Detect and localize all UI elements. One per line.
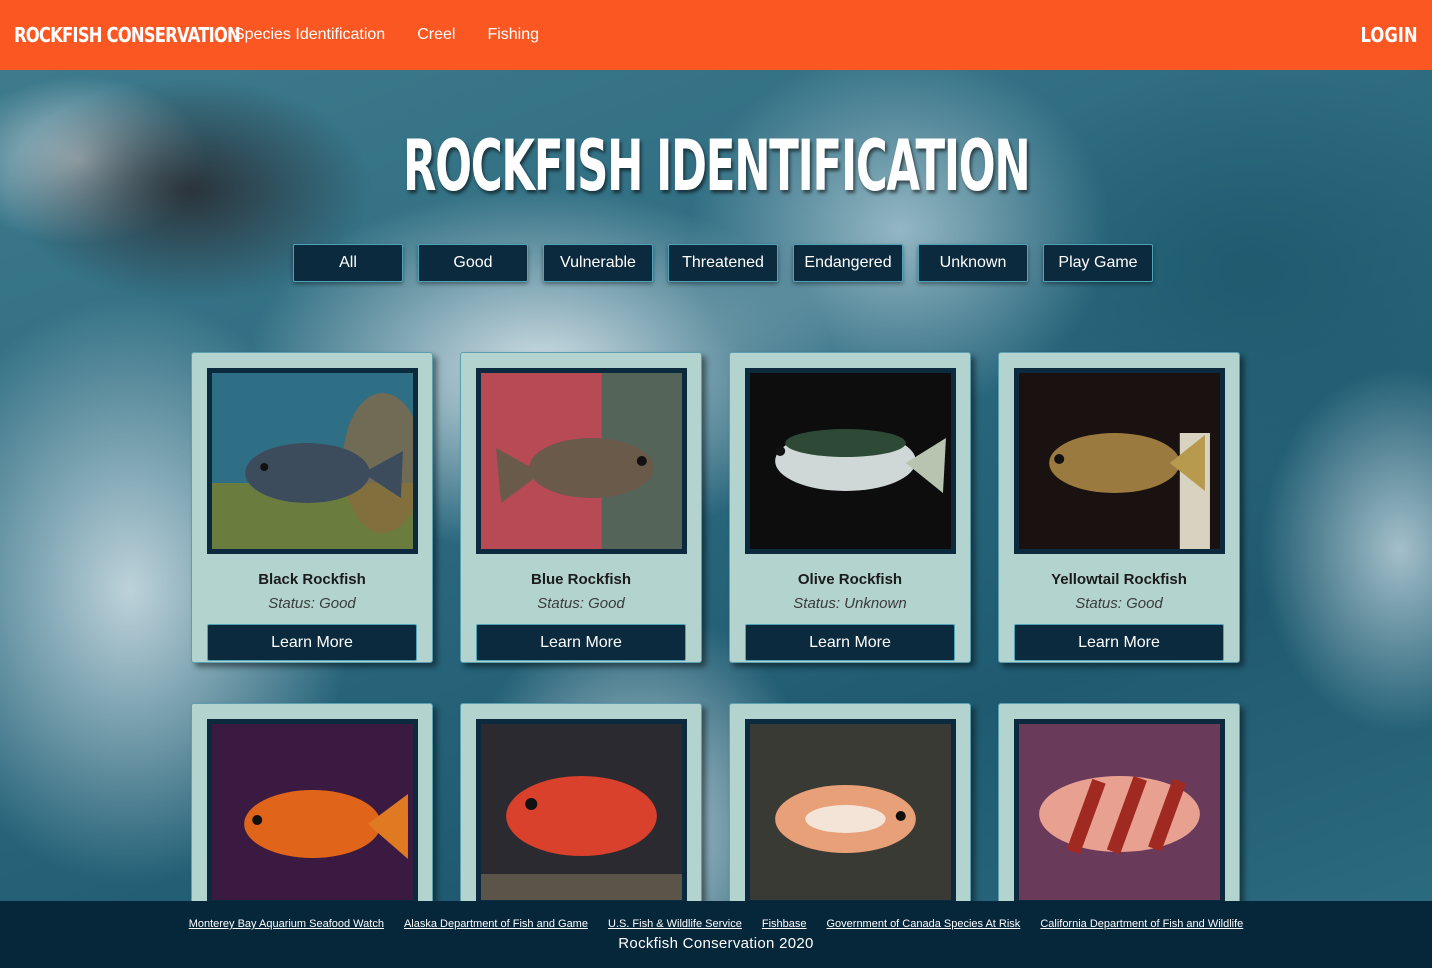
nav-link-fishing[interactable]: Fishing bbox=[487, 26, 539, 44]
red-rockfish-photo[interactable] bbox=[476, 719, 687, 905]
page-title-text: ROCKFISH IDENTIFICATION bbox=[402, 125, 1031, 207]
learn-more-button[interactable]: Learn More bbox=[745, 624, 955, 661]
nav-link-species-identification[interactable]: Species Identification bbox=[234, 26, 385, 44]
fish-status: Status: Unknown bbox=[793, 595, 907, 612]
fish-name: Yellowtail Rockfish bbox=[1051, 571, 1187, 588]
fish-name: Olive Rockfish bbox=[797, 571, 903, 588]
olive-rockfish-photo[interactable] bbox=[745, 368, 956, 554]
nav-links: Species Identification Creel Fishing bbox=[234, 26, 571, 44]
footer-link-alaska-fish-game[interactable]: Alaska Department of Fish and Game bbox=[404, 918, 588, 930]
page-title: ROCKFISH IDENTIFICATION bbox=[0, 126, 1432, 206]
footer-link-usfws[interactable]: U.S. Fish & Wildlife Service bbox=[608, 918, 742, 930]
fish-card: Black Rockfish Status: Good Learn More bbox=[191, 352, 433, 663]
fish-card: Blue Rockfish Status: Good Learn More bbox=[460, 352, 702, 663]
play-game-button[interactable]: Play Game bbox=[1043, 244, 1153, 282]
fish-card: Yellowtail Rockfish Status: Good Learn M… bbox=[998, 352, 1240, 663]
filter-vulnerable-button[interactable]: Vulnerable bbox=[543, 244, 653, 282]
fish-status: Status: Good bbox=[537, 595, 625, 612]
fish-name: Blue Rockfish bbox=[530, 571, 632, 588]
learn-more-button[interactable]: Learn More bbox=[1014, 624, 1224, 661]
yellowtail-rockfish-photo[interactable] bbox=[1014, 368, 1225, 554]
footer-links: Monterey Bay Aquarium Seafood Watch Alas… bbox=[0, 901, 1432, 930]
footer-link-fishbase[interactable]: Fishbase bbox=[762, 918, 807, 930]
footer: Monterey Bay Aquarium Seafood Watch Alas… bbox=[0, 901, 1432, 968]
login-link[interactable]: LOGIN bbox=[1361, 23, 1418, 47]
fish-card: Olive Rockfish Status: Unknown Learn Mor… bbox=[729, 352, 971, 663]
filter-good-button[interactable]: Good bbox=[418, 244, 528, 282]
filter-unknown-button[interactable]: Unknown bbox=[918, 244, 1028, 282]
spotted-rockfish-photo[interactable] bbox=[745, 719, 956, 905]
footer-link-california-fish-wildlife[interactable]: California Department of Fish and Wildli… bbox=[1040, 918, 1243, 930]
filter-endangered-button[interactable]: Endangered bbox=[793, 244, 903, 282]
filter-threatened-button[interactable]: Threatened bbox=[668, 244, 778, 282]
learn-more-button[interactable]: Learn More bbox=[207, 624, 417, 661]
filter-bar: All Good Vulnerable Threatened Endangere… bbox=[293, 244, 1153, 282]
fish-status: Status: Good bbox=[1075, 595, 1163, 612]
fish-name: Black Rockfish bbox=[258, 571, 366, 588]
top-navbar: ROCKFISH CONSERVATION Species Identifica… bbox=[0, 0, 1432, 70]
copyright: Rockfish Conservation 2020 bbox=[618, 935, 814, 952]
black-rockfish-photo[interactable] bbox=[207, 368, 418, 554]
tiger-rockfish-photo[interactable] bbox=[1014, 719, 1225, 905]
blue-rockfish-photo[interactable] bbox=[476, 368, 687, 554]
brand-logo[interactable]: ROCKFISH CONSERVATION bbox=[14, 23, 241, 47]
learn-more-button[interactable]: Learn More bbox=[476, 624, 686, 661]
footer-link-canada-species-at-risk[interactable]: Government of Canada Species At Risk bbox=[826, 918, 1020, 930]
filter-all-button[interactable]: All bbox=[293, 244, 403, 282]
footer-link-seafood-watch[interactable]: Monterey Bay Aquarium Seafood Watch bbox=[189, 918, 384, 930]
fish-card-grid: Black Rockfish Status: Good Learn More B… bbox=[191, 352, 1240, 968]
fish-status: Status: Good bbox=[268, 595, 356, 612]
orange-rockfish-photo[interactable] bbox=[207, 719, 418, 905]
nav-link-creel[interactable]: Creel bbox=[417, 26, 455, 44]
